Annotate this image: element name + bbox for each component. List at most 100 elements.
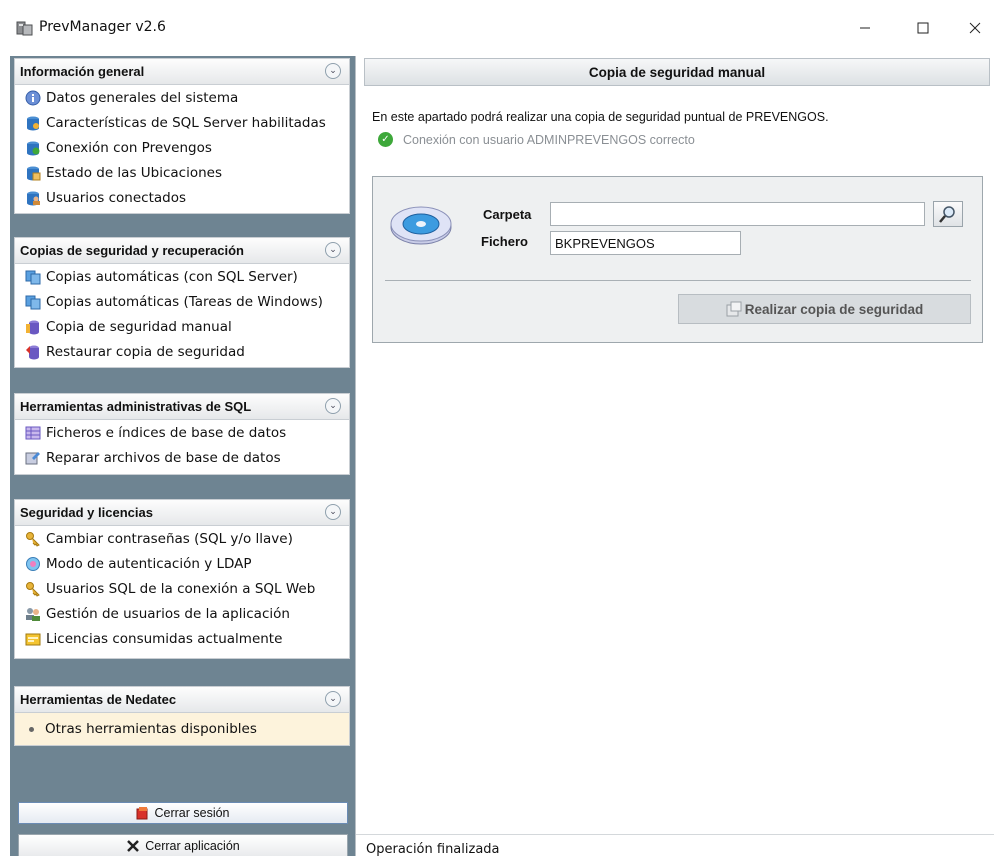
auth-icon [25,556,41,572]
folder-label: Carpeta [483,207,532,222]
sidebar-item-label: Copia de seguridad manual [46,318,232,335]
info-icon [25,90,41,106]
sidebar-item-estado-ubicaciones[interactable]: Estado de las Ubicaciones [15,160,349,185]
backup-icon [726,301,742,317]
group-header[interactable]: Herramientas administrativas de SQL ⌄ [15,394,349,420]
group-herramientas-nedatec: Herramientas de Nedatec ⌄ Otras herramie… [14,686,350,746]
group-title: Herramientas de Nedatec [20,692,177,707]
copy-icon [25,294,41,310]
file-label: Fichero [481,234,528,249]
sidebar-item-otras-herramientas[interactable]: Otras herramientas disponibles [15,713,349,745]
connection-status-text: Conexión con usuario ADMINPREVENGOS corr… [403,132,695,147]
close-app-icon [127,840,140,852]
sidebar-item-modo-autenticacion[interactable]: Modo de autenticación y LDAP [15,551,349,576]
sidebar-item-label: Restaurar copia de seguridad [46,343,245,360]
group-title: Información general [20,64,145,79]
sidebar-item-label: Características de SQL Server habilitada… [46,114,326,131]
group-header[interactable]: Herramientas de Nedatec ⌄ [15,687,349,713]
status-bar: Operación finalizada [356,834,994,856]
status-text: Operación finalizada [366,842,500,856]
sidebar-item-usuarios-sql-web[interactable]: Usuarios SQL de la conexión a SQL Web [15,576,349,601]
group-herramientas-sql: Herramientas administrativas de SQL ⌄ Fi… [14,393,350,475]
app-icon [16,21,33,36]
collapse-icon[interactable]: ⌄ [325,242,341,258]
sidebar-item-label: Copias automáticas (Tareas de Windows) [46,293,323,310]
group-header[interactable]: Copias de seguridad y recuperación ⌄ [15,238,349,264]
sidebar-item-gestion-usuarios[interactable]: Gestión de usuarios de la aplicación [15,601,349,626]
perform-backup-label: Realizar copia de seguridad [744,301,924,317]
sidebar-item-label: Ficheros e índices de base de datos [46,424,287,441]
group-copias-seguridad: Copias de seguridad y recuperación ⌄ Cop… [14,237,350,368]
sidebar-item-caracteristicas-sql[interactable]: Características de SQL Server habilitada… [15,110,349,135]
sidebar-item-copias-tareas-windows[interactable]: Copias automáticas (Tareas de Windows) [15,289,349,314]
close-icon[interactable] [952,14,994,42]
sidebar-item-label: Estado de las Ubicaciones [46,164,222,181]
perform-backup-button[interactable]: Realizar copia de seguridad [678,294,971,324]
sidebar-item-label: Otras herramientas disponibles [45,721,257,737]
sidebar-item-label: Copias automáticas (con SQL Server) [46,268,298,285]
group-informacion-general: Información general ⌄ Datos generales de… [14,58,350,214]
logout-icon [136,807,148,820]
collapse-icon[interactable]: ⌄ [325,63,341,79]
sidebar-item-conexion-prevengos[interactable]: Conexión con Prevengos [15,135,349,160]
sidebar: Información general ⌄ Datos generales de… [10,56,355,856]
browse-folder-button[interactable] [933,201,963,227]
sidebar-item-label: Cambiar contraseñas (SQL y/o llave) [46,530,293,547]
users-icon [25,190,41,206]
window-title: PrevManager v2.6 [39,19,166,35]
repair-icon [25,450,41,466]
group-header[interactable]: Seguridad y licencias ⌄ [15,500,349,526]
intro-text: En este apartado podrá realizar una copi… [372,110,829,124]
restore-icon [25,344,41,360]
sidebar-item-label: Reparar archivos de base de datos [46,449,281,466]
backup-icon [25,319,41,335]
search-icon [939,206,955,223]
title-bar: PrevManager v2.6 [0,0,994,56]
folder-input[interactable] [550,202,925,226]
sidebar-item-licencias-consumidas[interactable]: Licencias consumidas actualmente [15,626,349,651]
divider [385,280,971,281]
sidebar-item-label: Modo de autenticación y LDAP [46,555,252,572]
location-icon [25,165,41,181]
sidebar-item-ficheros-indices[interactable]: Ficheros e índices de base de datos [15,420,349,445]
sidebar-item-copia-manual[interactable]: Copia de seguridad manual [15,314,349,339]
sidebar-item-restaurar-copia[interactable]: Restaurar copia de seguridad [15,339,349,364]
collapse-icon[interactable]: ⌄ [325,398,341,414]
maximize-icon[interactable] [900,14,946,42]
exit-button[interactable]: Cerrar aplicación [18,834,348,856]
main-panel: Copia de seguridad manual En este aparta… [355,56,994,856]
disc-icon [390,206,452,245]
sidebar-item-label: Datos generales del sistema [46,89,239,106]
database-icon [25,115,41,131]
backup-form: Carpeta Fichero Realizar copia de seguri… [372,176,983,343]
sidebar-item-reparar-archivos[interactable]: Reparar archivos de base de datos [15,445,349,470]
key-icon [25,531,41,547]
connection-icon [25,140,41,156]
table-icon [25,425,41,441]
connection-status: ✓ Conexión con usuario ADMINPREVENGOS co… [378,132,695,147]
check-icon: ✓ [378,132,393,147]
sidebar-item-label: Usuarios conectados [46,189,187,206]
sidebar-item-label: Conexión con Prevengos [46,139,212,156]
sidebar-item-datos-generales[interactable]: Datos generales del sistema [15,85,349,110]
key-icon [25,581,41,597]
sidebar-item-label: Gestión de usuarios de la aplicación [46,605,290,622]
user-management-icon [25,606,41,622]
group-title: Seguridad y licencias [20,505,153,520]
logout-label: Cerrar sesión [154,806,230,820]
group-title: Copias de seguridad y recuperación [20,243,244,258]
collapse-icon[interactable]: ⌄ [325,691,341,707]
file-input[interactable] [550,231,741,255]
collapse-icon[interactable]: ⌄ [325,504,341,520]
group-seguridad-licencias: Seguridad y licencias ⌄ Cambiar contrase… [14,499,350,659]
group-header[interactable]: Información general ⌄ [15,59,349,85]
sidebar-item-cambiar-contrasenas[interactable]: Cambiar contraseñas (SQL y/o llave) [15,526,349,551]
logout-button[interactable]: Cerrar sesión [18,802,348,824]
bullet-icon [29,726,34,732]
group-title: Herramientas administrativas de SQL [20,399,252,414]
minimize-icon[interactable] [842,14,888,42]
sidebar-item-copias-sql-server[interactable]: Copias automáticas (con SQL Server) [15,264,349,289]
exit-label: Cerrar aplicación [145,839,240,853]
sidebar-item-usuarios-conectados[interactable]: Usuarios conectados [15,185,349,210]
sidebar-item-label: Licencias consumidas actualmente [46,630,283,647]
